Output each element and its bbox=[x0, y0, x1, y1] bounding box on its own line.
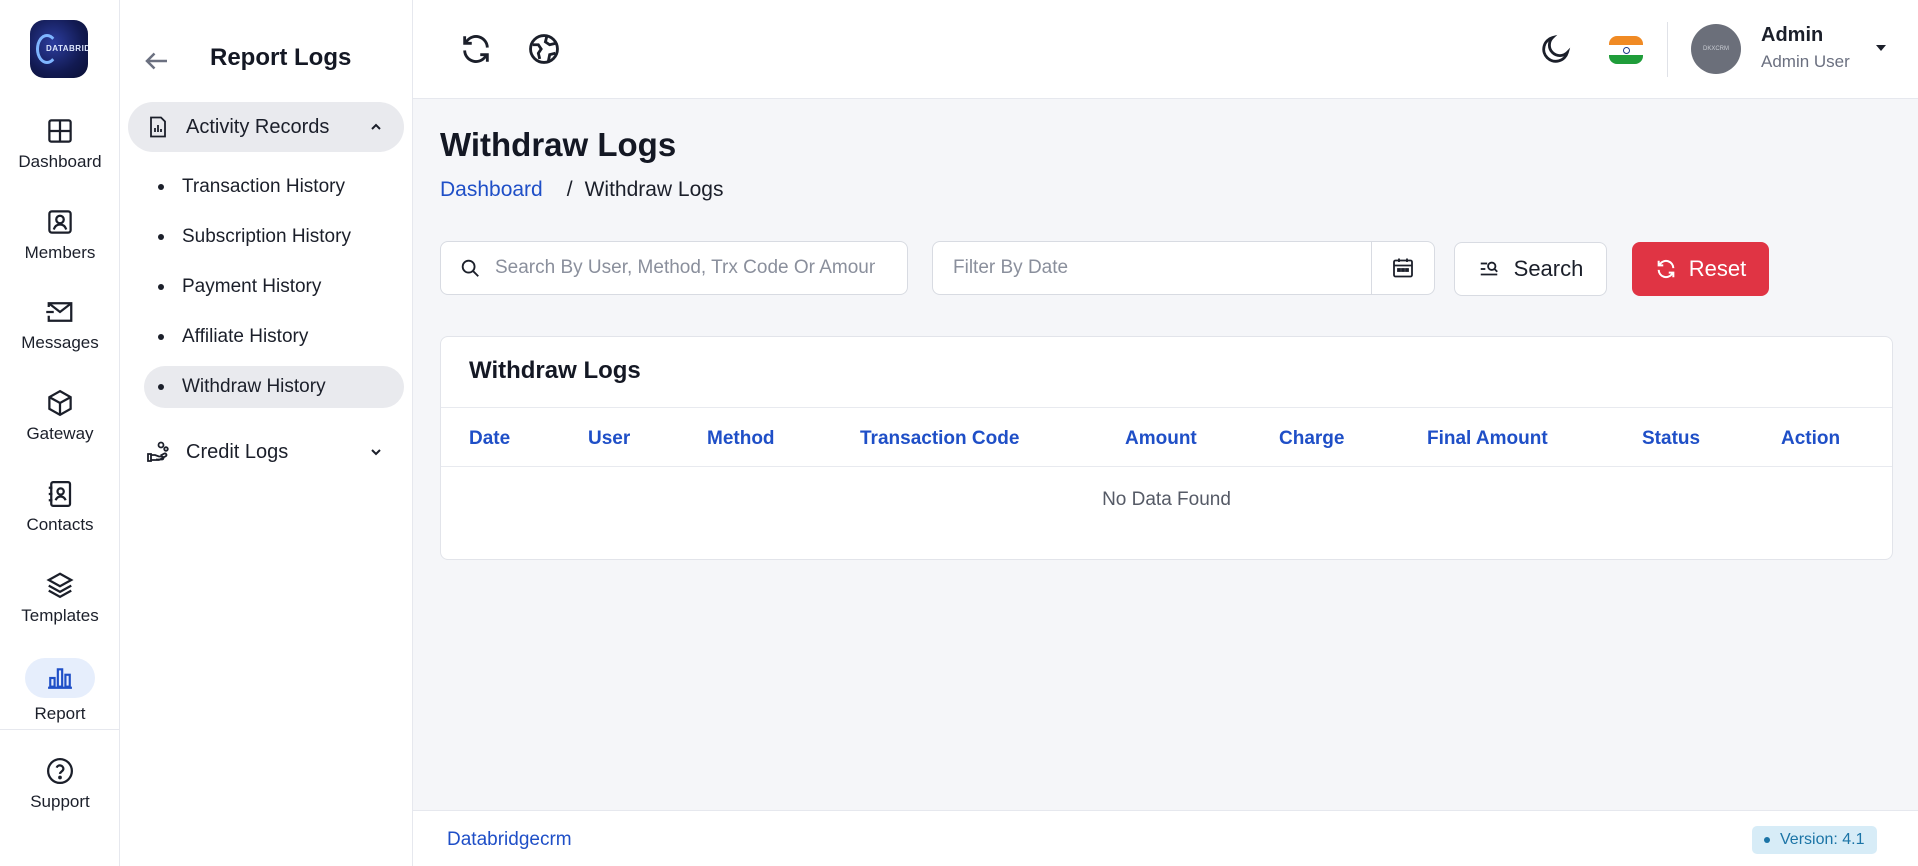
rail-item-dashboard[interactable]: Dashboard bbox=[0, 116, 120, 172]
user-role: Admin User bbox=[1761, 52, 1850, 71]
user-avatar[interactable]: DKXCRM bbox=[1691, 24, 1741, 74]
rail-item-report[interactable]: Report bbox=[0, 658, 120, 724]
breadcrumb: Dashboard / Withdraw Logs bbox=[440, 178, 723, 202]
reset-button-label: Reset bbox=[1688, 256, 1747, 281]
date-filter-input[interactable] bbox=[953, 257, 1363, 279]
table-header: Date User Method Transaction Code Amount… bbox=[441, 407, 1892, 467]
rail-label: Support bbox=[30, 792, 90, 811]
search-button-label: Search bbox=[1513, 256, 1584, 281]
date-picker-button[interactable] bbox=[1371, 242, 1434, 294]
footer-brand-link[interactable]: Databridgecrm bbox=[447, 829, 572, 851]
bullet bbox=[158, 284, 164, 290]
rail-label: Gateway bbox=[26, 424, 94, 443]
back-arrow-icon[interactable] bbox=[142, 46, 172, 76]
messages-icon bbox=[46, 302, 73, 322]
column-header-amount: Amount bbox=[1125, 428, 1197, 449]
caret-down-icon[interactable] bbox=[1873, 40, 1889, 56]
rail-label: Templates bbox=[21, 606, 99, 625]
search-icon bbox=[461, 259, 479, 277]
search-input[interactable] bbox=[495, 257, 875, 279]
bullet bbox=[158, 384, 164, 390]
rail-item-members[interactable]: Members bbox=[0, 207, 120, 263]
gateway-cube-icon bbox=[48, 389, 72, 417]
column-header-transaction-code: Transaction Code bbox=[860, 428, 1020, 449]
rail-item-templates[interactable]: Templates bbox=[0, 570, 120, 626]
column-header-user: User bbox=[588, 428, 631, 449]
top-bar: DKXCRM Admin Admin User bbox=[413, 0, 1918, 99]
sidebar-item-label: Subscription History bbox=[182, 226, 351, 247]
templates-layers-icon bbox=[46, 572, 74, 599]
rail-label: Messages bbox=[21, 333, 99, 352]
reset-button[interactable]: Reset bbox=[1632, 242, 1769, 296]
user-name[interactable]: Admin bbox=[1761, 24, 1823, 47]
topbar-divider bbox=[1667, 22, 1668, 77]
sidebar-group-credit-logs[interactable]: Credit Logs bbox=[128, 427, 404, 477]
reset-refresh-icon bbox=[1657, 259, 1675, 279]
withdraw-logs-table-card: Withdraw Logs Date User Method Transacti… bbox=[440, 336, 1893, 560]
sidebar-item-affiliate-history[interactable]: Affiliate History bbox=[144, 316, 404, 358]
rail-label: Report bbox=[34, 704, 86, 723]
rail-label: Contacts bbox=[26, 515, 94, 534]
rail-item-support[interactable]: Support bbox=[0, 756, 120, 812]
sidebar-title: Report Logs bbox=[210, 44, 352, 71]
calendar-icon bbox=[1393, 258, 1413, 278]
search-button[interactable]: Search bbox=[1454, 242, 1607, 296]
table-empty-state: No Data Found bbox=[1102, 489, 1231, 510]
support-question-icon bbox=[47, 758, 73, 784]
sidebar-group-label: Activity Records bbox=[186, 115, 330, 138]
search-field bbox=[440, 241, 908, 295]
members-icon bbox=[48, 210, 72, 234]
dark-mode-moon-icon[interactable] bbox=[1539, 32, 1573, 66]
bullet bbox=[158, 184, 164, 190]
date-filter-field bbox=[932, 241, 1435, 295]
activity-report-icon bbox=[150, 116, 166, 138]
logo-text: DATABRIDGE bbox=[46, 44, 88, 53]
column-header-date: Date bbox=[469, 428, 511, 449]
sidebar-item-subscription-history[interactable]: Subscription History bbox=[144, 216, 404, 258]
sidebar-group-label: Credit Logs bbox=[186, 440, 289, 463]
sidebar-item-label: Transaction History bbox=[182, 176, 345, 197]
sidebar-item-label: Affiliate History bbox=[182, 326, 309, 347]
bullet bbox=[158, 234, 164, 240]
column-header-final-amount: Final Amount bbox=[1427, 428, 1548, 449]
rail-label: Members bbox=[24, 243, 96, 262]
sidebar-item-withdraw-history[interactable]: Withdraw History bbox=[144, 366, 404, 408]
chevron-up-icon bbox=[371, 123, 381, 130]
rail-active-pill bbox=[25, 658, 95, 698]
column-header-charge: Charge bbox=[1279, 428, 1345, 449]
rail-item-messages[interactable]: Messages bbox=[0, 297, 120, 353]
column-header-method: Method bbox=[707, 428, 775, 449]
sidebar-item-label: Payment History bbox=[182, 276, 322, 297]
rail-divider bbox=[0, 729, 120, 730]
breadcrumb-home-link[interactable]: Dashboard bbox=[440, 178, 543, 201]
page-footer: Databridgecrm Version: 4.1 bbox=[413, 810, 1918, 866]
column-header-status: Status bbox=[1642, 428, 1701, 449]
table-title: Withdraw Logs bbox=[469, 357, 641, 384]
page-title: Withdraw Logs bbox=[440, 126, 677, 163]
refresh-icon[interactable] bbox=[459, 32, 493, 66]
rail-label: Dashboard bbox=[18, 152, 102, 171]
contacts-icon bbox=[48, 481, 72, 507]
rail-item-gateway[interactable]: Gateway bbox=[0, 388, 120, 444]
credit-hand-coins-icon bbox=[147, 441, 169, 462]
version-badge: Version: 4.1 bbox=[1752, 826, 1877, 854]
sidebar-item-transaction-history[interactable]: Transaction History bbox=[144, 166, 404, 208]
language-flag-india-icon[interactable] bbox=[1609, 36, 1643, 64]
rail-item-contacts[interactable]: Contacts bbox=[0, 479, 120, 535]
search-filter-icon bbox=[1480, 261, 1498, 276]
app-rail: DATABRIDGE Dashboard Members Messages Ga… bbox=[0, 0, 120, 866]
dashboard-grid-icon bbox=[48, 119, 72, 143]
breadcrumb-current: Withdraw Logs bbox=[584, 178, 724, 201]
sidebar-item-payment-history[interactable]: Payment History bbox=[144, 266, 404, 308]
report-chart-icon bbox=[48, 668, 72, 689]
chevron-down-icon bbox=[371, 449, 381, 456]
breadcrumb-separator: / bbox=[566, 178, 573, 201]
sidebar-group-activity-records[interactable]: Activity Records bbox=[128, 102, 404, 152]
app-logo[interactable]: DATABRIDGE bbox=[30, 20, 88, 78]
column-header-action: Action bbox=[1781, 428, 1841, 449]
bullet bbox=[158, 334, 164, 340]
globe-icon[interactable] bbox=[527, 32, 561, 66]
report-sidebar: Report Logs Activity Records Transaction… bbox=[120, 0, 413, 866]
sidebar-item-label: Withdraw History bbox=[182, 376, 326, 397]
